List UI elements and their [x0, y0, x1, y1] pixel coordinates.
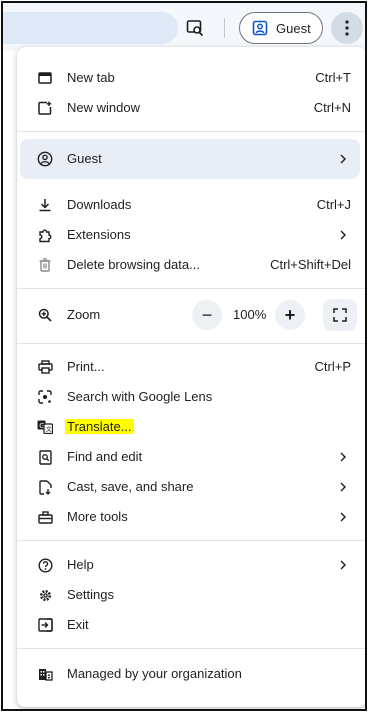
menu-item-label: Search with Google Lens: [67, 389, 213, 404]
fullscreen-icon: [333, 308, 347, 322]
menu-item-label: Delete browsing data...: [67, 257, 200, 272]
new-window-icon: [37, 100, 53, 116]
menu-item-label: Zoom: [67, 307, 101, 322]
plus-icon: +: [284, 305, 296, 325]
minus-icon: −: [201, 305, 213, 325]
menu-separator: [17, 288, 365, 289]
menu-item-print[interactable]: Print... Ctrl+P: [17, 352, 365, 382]
menu-item-shortcut: Ctrl+N: [313, 100, 351, 115]
chevron-right-icon: [335, 227, 351, 243]
chevron-right-icon: [335, 151, 351, 167]
menu-item-label: More tools: [67, 509, 128, 524]
zoom-magnifier-icon: [37, 307, 53, 323]
menu-item-label: Cast, save, and share: [67, 479, 194, 494]
menu-item-label: Help: [67, 557, 94, 572]
menu-item-shortcut: Ctrl+T: [315, 70, 351, 85]
menu-item-new-window[interactable]: New window Ctrl+N: [17, 93, 365, 123]
menu-item-cast-save-share[interactable]: Cast, save, and share: [17, 472, 365, 502]
save-share-page-icon: [37, 479, 53, 495]
google-lens-icon: [37, 389, 53, 405]
menu-item-shortcut: Ctrl+J: [316, 197, 351, 212]
download-icon: [37, 197, 53, 213]
menu-item-label: Extensions: [67, 227, 131, 242]
find-page-icon: [37, 449, 53, 465]
menu-separator: [17, 131, 365, 132]
menu-separator: [17, 540, 365, 541]
menu-item-label: Exit: [67, 617, 89, 632]
menu-item-downloads[interactable]: Downloads Ctrl+J: [17, 190, 365, 220]
zoom-in-button[interactable]: +: [275, 300, 305, 330]
trash-icon: [37, 257, 53, 273]
toolbox-icon: [37, 509, 53, 525]
menu-item-help[interactable]: Help: [17, 550, 365, 580]
printer-icon: [37, 359, 53, 375]
kebab-menu-icon[interactable]: [331, 12, 363, 44]
menu-item-label: Guest: [67, 151, 102, 166]
menu-item-label: Settings: [67, 587, 114, 602]
guest-row-content: Guest: [17, 144, 365, 174]
browser-window: Guest New tab Ctrl+T New window Ctrl+N G…: [1, 1, 367, 711]
menu-item-exit[interactable]: Exit: [17, 610, 365, 640]
translate-icon: G文: [37, 419, 53, 435]
chevron-right-icon: [335, 509, 351, 525]
new-tab-icon: [37, 70, 53, 86]
chevron-right-icon: [335, 557, 351, 573]
guest-profile-label: Guest: [276, 20, 311, 36]
menu-item-settings[interactable]: Settings: [17, 580, 365, 610]
chevron-right-icon: [335, 479, 351, 495]
menu-item-label: Print...: [67, 359, 105, 374]
zoom-out-button[interactable]: −: [192, 300, 222, 330]
chevron-right-icon: [335, 449, 351, 465]
menu-item-translate[interactable]: G文 Translate...: [17, 412, 365, 442]
menu-item-extensions[interactable]: Extensions: [17, 220, 365, 250]
menu-item-label: New tab: [67, 70, 115, 85]
extension-puzzle-icon: [37, 227, 53, 243]
menu-item-guest[interactable]: Guest: [20, 139, 360, 179]
menu-item-find-and-edit[interactable]: Find and edit: [17, 442, 365, 472]
svg-text:文: 文: [46, 426, 52, 434]
guest-profile-icon: [252, 20, 268, 36]
zoom-level-value: 100%: [233, 307, 267, 322]
help-icon: [37, 557, 53, 573]
menu-item-label: New window: [67, 100, 140, 115]
menu-separator: [17, 648, 365, 649]
browser-toolbar: Guest: [3, 3, 365, 51]
organization-building-icon: [37, 666, 53, 682]
fullscreen-button[interactable]: [323, 299, 357, 331]
menu-item-shortcut: Ctrl+P: [314, 359, 351, 374]
menu-item-label: Managed by your organization: [67, 666, 242, 681]
menu-item-delete-browsing-data[interactable]: Delete browsing data... Ctrl+Shift+Del: [17, 250, 365, 280]
menu-item-label: Downloads: [67, 197, 132, 212]
address-bar[interactable]: [3, 12, 178, 44]
exit-icon: [37, 617, 53, 633]
guest-profile-button[interactable]: Guest: [239, 12, 323, 44]
menu-item-managed-by-organization[interactable]: Managed by your organization: [17, 659, 365, 689]
menu-item-more-tools[interactable]: More tools: [17, 502, 365, 532]
guest-avatar-icon: [37, 151, 53, 167]
gear-icon: [37, 587, 53, 603]
translate-highlighted-label: Translate...: [65, 419, 134, 434]
menu-item-new-tab[interactable]: New tab Ctrl+T: [17, 63, 365, 93]
toolbar-divider: [224, 18, 225, 38]
menu-item-search-google-lens[interactable]: Search with Google Lens: [17, 382, 365, 412]
menu-item-label: Translate...: [65, 419, 134, 435]
search-page-lens-icon[interactable]: [183, 16, 207, 40]
menu-item-zoom: Zoom − 100% +: [17, 299, 365, 331]
menu-item-shortcut: Ctrl+Shift+Del: [270, 257, 351, 272]
browser-main-menu: New tab Ctrl+T New window Ctrl+N Guest D…: [17, 47, 365, 707]
menu-item-label: Find and edit: [67, 449, 143, 464]
menu-separator: [17, 343, 365, 344]
